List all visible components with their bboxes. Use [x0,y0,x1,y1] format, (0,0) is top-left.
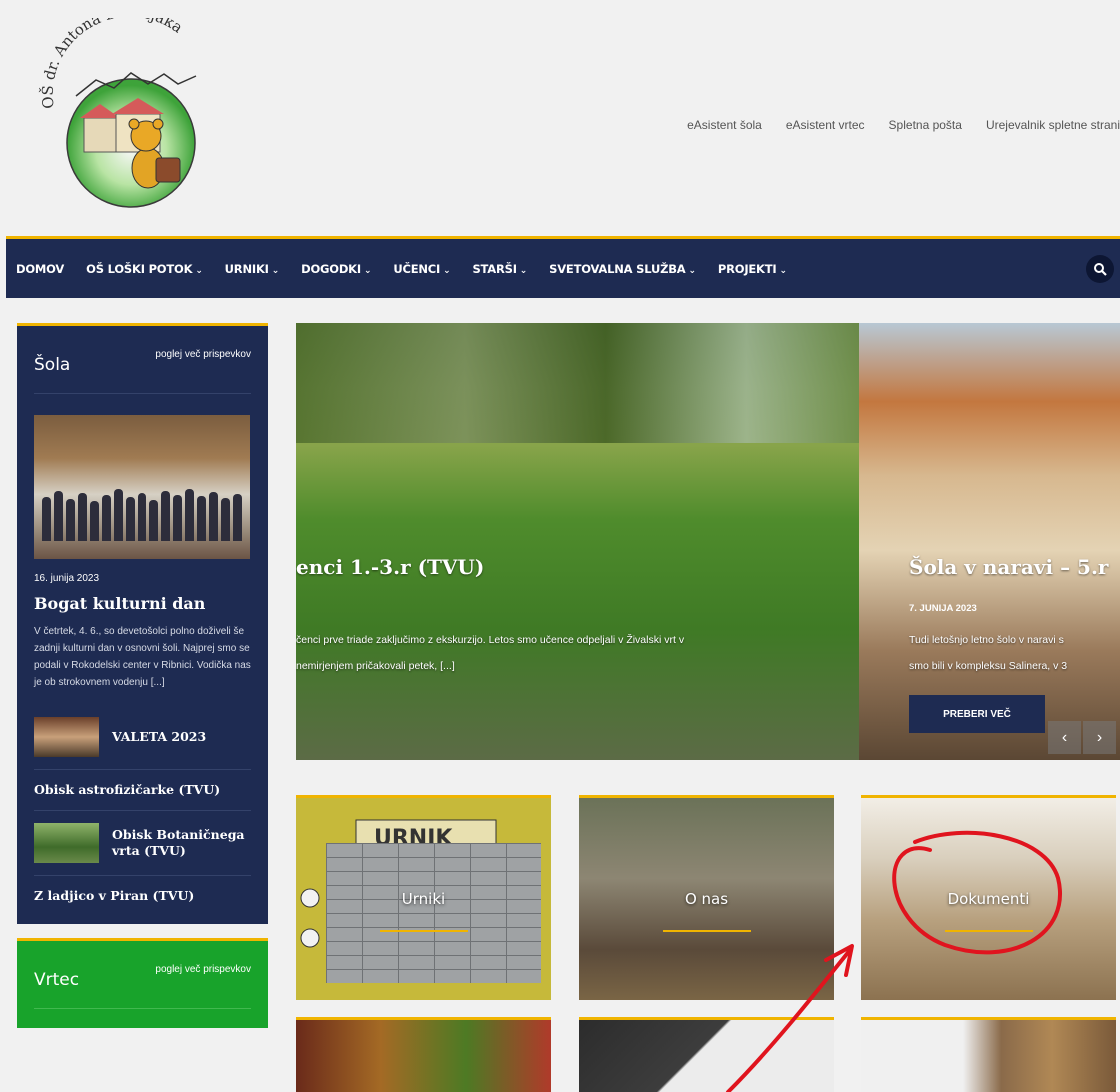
list-item[interactable]: Obisk astrofizičarke (TVU) [34,769,251,810]
link-easistent-sola[interactable]: eAsistent šola [687,118,762,132]
tile-urniki[interactable]: URNIK Urniki [296,795,551,1000]
chevron-down-icon: ⌄ [271,265,280,276]
sola-widget: Šola poglej več prispevkov 16. junija 20… [17,323,268,924]
chevron-left-icon[interactable]: ‹ [1048,721,1081,754]
list-item-title: VALETA 2023 [112,729,207,744]
main-nav: DOMOV OŠ LOŠKI POTOK ⌄ URNIKI ⌄ DOGODKI ⌄ U… [6,236,1120,298]
slide-excerpt-line: Tudi letošnjo letno šolo v naravi s [909,634,1064,646]
post-thumbnail [34,823,99,863]
slider-arrows: ‹ › [1048,721,1116,754]
slide-excerpt-line: nemirjenjem pričakovali petek, [...] [296,660,455,672]
widget-title: Vrtec [34,970,80,990]
chevron-down-icon: ⌄ [363,265,372,276]
tile-laptop[interactable] [579,1017,834,1092]
slide-title[interactable]: Šola v naravi – 5.r [909,555,1108,579]
nav-item-label: URNIKI [224,261,269,276]
nav-item-ucenci[interactable]: UČENCI ⌄ [393,262,450,276]
link-spletna-posta[interactable]: Spletna pošta [889,118,962,132]
list-item-title: Z ladjico v Piran (TVU) [34,888,195,903]
site-header: OŠ dr. Antona Debeljaka eAsistent šola e… [6,8,1120,236]
list-item[interactable]: Z ladjico v Piran (TVU) [34,875,251,924]
post-excerpt: V četrtek, 4. 6., so devetošolci polno d… [34,626,251,688]
nav-item-label: DOGODKI [301,261,361,276]
list-item[interactable]: Obisk Botaničnega vrta (TVU) [34,810,251,875]
link-easistent-vrtec[interactable]: eAsistent vrtec [786,118,865,132]
nav-item-dogodki[interactable]: DOGODKI ⌄ [301,262,371,276]
list-item-title: Obisk Botaničnega vrta (TVU) [112,827,245,858]
nav-item-label: SVETOVALNA SLUŽBA [549,261,686,276]
post-title[interactable]: Bogat kulturni dan [34,594,251,613]
page: OŠ dr. Antona Debeljaka eAsistent šola e… [0,0,1120,1092]
slide-date: 7. JUNIJA 2023 [909,603,977,614]
nav-item-urniki[interactable]: URNIKI ⌄ [224,261,280,276]
nav-item-projekti[interactable]: PROJEKTI ⌄ [718,262,787,276]
chevron-down-icon: ⌄ [688,265,697,276]
nav-item-label: UČENCI [393,261,441,276]
chevron-down-icon: ⌄ [779,265,788,276]
widget-header: Šola poglej več prispevkov [34,326,251,394]
tile-o-nas[interactable]: O nas [579,795,834,1000]
chevron-down-icon: ⌄ [195,265,203,276]
post-list: VALETA 2023 Obisk astrofizičarke (TVU) O… [34,705,251,924]
nav-item-starsi[interactable]: STARŠI ⌄ [472,262,527,276]
featured-post-image[interactable] [34,415,250,559]
list-item-title: Obisk astrofizičarke (TVU) [34,782,221,797]
chevron-right-icon[interactable]: › [1083,721,1116,754]
link-urejevalnik[interactable]: Urejevalnik spletne strani [986,118,1120,132]
school-logo[interactable]: OŠ dr. Antona Debeljaka [36,18,226,208]
more-posts-link[interactable]: poglej več prispevkov [155,349,251,360]
slide-excerpt-line: čenci prve triade zaključimo z ekskurzij… [296,634,685,646]
tile-label: O nas [684,890,729,908]
slide-excerpt-line: smo bili v kompleksu Salinera, v 3 [909,660,1068,672]
tile-label: Urniki [401,890,446,908]
post-thumbnail [34,717,99,757]
widget-title: Šola [34,355,71,375]
top-links: eAsistent šola eAsistent vrtec Spletna p… [687,118,1120,132]
slide-title[interactable]: enci 1.-3.r (TVU) [296,555,484,579]
tile-underline [379,930,468,932]
tile-dokumenti[interactable]: Dokumenti [861,795,1116,1000]
tile-library[interactable] [861,1017,1116,1092]
nav-item-label: DOMOV [16,261,65,276]
chevron-down-icon: ⌄ [443,265,451,276]
chevron-down-icon: ⌄ [519,265,528,276]
timetable-grid [326,843,541,983]
nav-item-os-loski-potok[interactable]: OŠ LOŠKI POTOK ⌄ [86,262,203,276]
widget-header: Vrtec poglej več prispevkov [34,941,251,1009]
sidebar: Šola poglej več prispevkov 16. junija 20… [17,323,268,1028]
tile-label: Dokumenti [947,890,1030,908]
nav-item-svetovalna-sluzba[interactable]: SVETOVALNA SLUŽBA ⌄ [549,262,696,276]
post-date: 16. junija 2023 [34,573,100,584]
read-more-button[interactable]: PREBERI VEČ [909,695,1045,733]
tile-food[interactable] [296,1017,551,1092]
vrtec-widget: Vrtec poglej več prispevkov [17,938,268,1028]
featured-slider: enci 1.-3.r (TVU) čenci prve triade zakl… [296,323,1120,760]
slide-excursion[interactable]: enci 1.-3.r (TVU) čenci prve triade zakl… [296,323,859,760]
search-icon [1094,263,1107,276]
nav-item-domov[interactable]: DOMOV [16,262,64,276]
tile-underline [944,930,1033,932]
more-posts-link[interactable]: poglej več prispevkov [155,964,251,975]
nav-item-label: STARŠI [472,261,517,276]
search-button[interactable] [1086,255,1114,283]
nav-item-label: OŠ LOŠKI POTOK [86,261,193,276]
tile-underline [662,930,751,932]
list-item[interactable]: VALETA 2023 [34,705,251,769]
nav-item-label: PROJEKTI [717,261,777,276]
